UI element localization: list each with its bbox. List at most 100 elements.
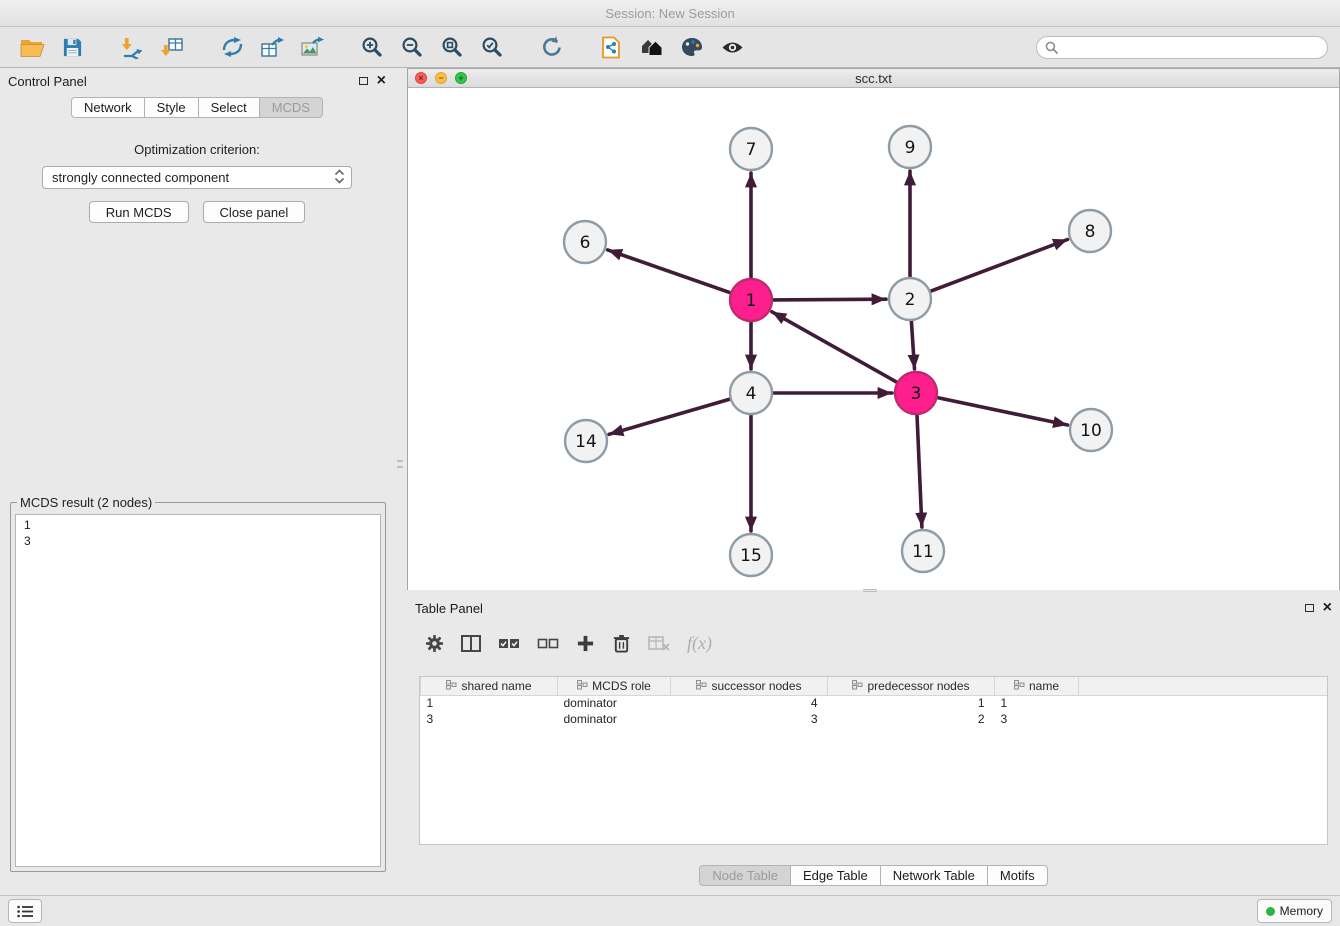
tab-network-table[interactable]: Network Table <box>881 865 988 886</box>
import-network-button[interactable] <box>112 30 152 64</box>
network-graph[interactable]: 7 9 6 8 1 2 4 3 14 10 15 11 <box>408 89 1339 590</box>
close-panel-icon[interactable]: × <box>377 76 386 86</box>
svg-text:7: 7 <box>746 140 757 160</box>
memory-button[interactable]: Memory <box>1257 899 1332 923</box>
tab-motifs[interactable]: Motifs <box>988 865 1048 886</box>
checked-boxes-icon <box>498 637 520 650</box>
node-15[interactable]: 15 <box>730 534 772 576</box>
import-network-icon <box>120 36 144 59</box>
table-cell[interactable]: 4 <box>671 695 828 711</box>
open-file-button[interactable] <box>12 30 52 64</box>
node-3[interactable]: 3 <box>895 372 937 414</box>
close-window-button[interactable]: × <box>415 72 427 84</box>
close-panel-button[interactable]: Close panel <box>203 201 306 223</box>
table-settings-button[interactable] <box>425 634 444 653</box>
save-session-button[interactable] <box>52 30 92 64</box>
node-11[interactable]: 11 <box>902 530 944 572</box>
style-palette-button[interactable] <box>672 30 712 64</box>
delete-column-button[interactable] <box>612 633 631 654</box>
node-14[interactable]: 14 <box>565 420 607 462</box>
table-body: 1dominator4113dominator323 <box>421 695 1328 727</box>
table-cell[interactable]: 1 <box>421 695 558 711</box>
refresh-icon <box>541 36 563 58</box>
table-cell[interactable]: 2 <box>828 711 995 727</box>
edge-3-10[interactable] <box>938 398 1068 425</box>
zoom-out-button[interactable] <box>392 30 432 64</box>
table-row[interactable]: 3dominator323 <box>421 711 1328 727</box>
edge-3-11[interactable] <box>917 415 922 527</box>
edge-4-14[interactable] <box>609 399 730 434</box>
node-4[interactable]: 4 <box>730 372 772 414</box>
optimization-dropdown[interactable]: strongly connected component <box>42 166 352 189</box>
edge-2-8[interactable] <box>931 240 1068 292</box>
column-header-shared-name[interactable]: shared name <box>421 677 558 695</box>
network-layout-button[interactable] <box>212 30 252 64</box>
network-document-button[interactable] <box>592 30 632 64</box>
export-table-icon <box>260 36 284 59</box>
column-header-successor-nodes[interactable]: successor nodes <box>671 677 828 695</box>
minimize-window-button[interactable]: − <box>435 72 447 84</box>
select-all-button[interactable] <box>498 637 520 650</box>
export-table-button[interactable] <box>252 30 292 64</box>
run-mcds-button[interactable]: Run MCDS <box>89 201 189 223</box>
select-columns-button[interactable] <box>461 635 481 652</box>
float-panel-icon[interactable] <box>359 77 368 85</box>
zoom-selected-button[interactable] <box>472 30 512 64</box>
vertical-splitter[interactable] <box>394 68 407 895</box>
home-icon <box>640 37 664 57</box>
column-header-name[interactable]: name <box>995 677 1079 695</box>
mcds-result-list[interactable]: 13 <box>15 514 381 867</box>
table-cell[interactable]: dominator <box>558 695 671 711</box>
table-row[interactable]: 1dominator411 <box>421 695 1328 711</box>
horizontal-splitter[interactable] <box>863 589 877 592</box>
table-cell[interactable]: 1 <box>828 695 995 711</box>
column-header-mcds-role[interactable]: MCDS role <box>558 677 671 695</box>
column-edit-icon <box>446 680 457 690</box>
node-8[interactable]: 8 <box>1069 210 1111 252</box>
node-9[interactable]: 9 <box>889 126 931 168</box>
column-header-predecessor-nodes[interactable]: predecessor nodes <box>828 677 995 695</box>
node-2[interactable]: 2 <box>889 278 931 320</box>
tab-style[interactable]: Style <box>145 97 199 118</box>
task-history-button[interactable] <box>8 899 42 923</box>
deselect-all-button[interactable] <box>537 637 559 650</box>
save-icon <box>62 37 83 58</box>
node-10[interactable]: 10 <box>1070 409 1112 451</box>
node-6[interactable]: 6 <box>564 221 606 263</box>
tab-select[interactable]: Select <box>199 97 260 118</box>
table-cell[interactable]: 3 <box>671 711 828 727</box>
zoom-fit-button[interactable] <box>432 30 472 64</box>
import-table-button[interactable] <box>152 30 192 64</box>
svg-text:4: 4 <box>746 384 757 404</box>
show-hide-button[interactable] <box>712 30 752 64</box>
table-cell[interactable]: 1 <box>995 695 1079 711</box>
node-1[interactable]: 1 <box>730 279 772 321</box>
home-view-button[interactable] <box>632 30 672 64</box>
edge-3-1[interactable] <box>772 312 897 382</box>
float-table-panel-icon[interactable] <box>1305 604 1314 612</box>
network-window-titlebar[interactable]: × − + scc.txt <box>408 69 1339 88</box>
zoom-in-button[interactable] <box>352 30 392 64</box>
table-cell[interactable]: 3 <box>995 711 1079 727</box>
add-column-button[interactable] <box>576 634 595 653</box>
table-cell[interactable]: 3 <box>421 711 558 727</box>
zoom-out-icon <box>401 36 423 58</box>
refresh-view-button[interactable] <box>532 30 572 64</box>
edge-2-3[interactable] <box>911 321 914 369</box>
edge-1-6[interactable] <box>608 250 731 293</box>
zoom-selected-icon <box>481 36 503 58</box>
table-cell[interactable]: dominator <box>558 711 671 727</box>
search-input[interactable] <box>1063 39 1319 55</box>
node-7[interactable]: 7 <box>730 128 772 170</box>
tab-network[interactable]: Network <box>71 97 145 118</box>
close-table-panel-icon[interactable]: × <box>1323 603 1332 613</box>
export-image-button[interactable] <box>292 30 332 64</box>
tab-node-table[interactable]: Node Table <box>699 865 791 886</box>
maximize-window-button[interactable]: + <box>455 72 467 84</box>
tab-edge-table[interactable]: Edge Table <box>791 865 881 886</box>
tab-mcds[interactable]: MCDS <box>260 97 323 118</box>
edge-1-2[interactable] <box>773 299 886 300</box>
node-table: shared nameMCDS rolesuccessor nodesprede… <box>420 677 1327 727</box>
network-window-title: scc.txt <box>855 71 892 86</box>
window-titlebar[interactable]: Session: New Session <box>0 0 1340 27</box>
